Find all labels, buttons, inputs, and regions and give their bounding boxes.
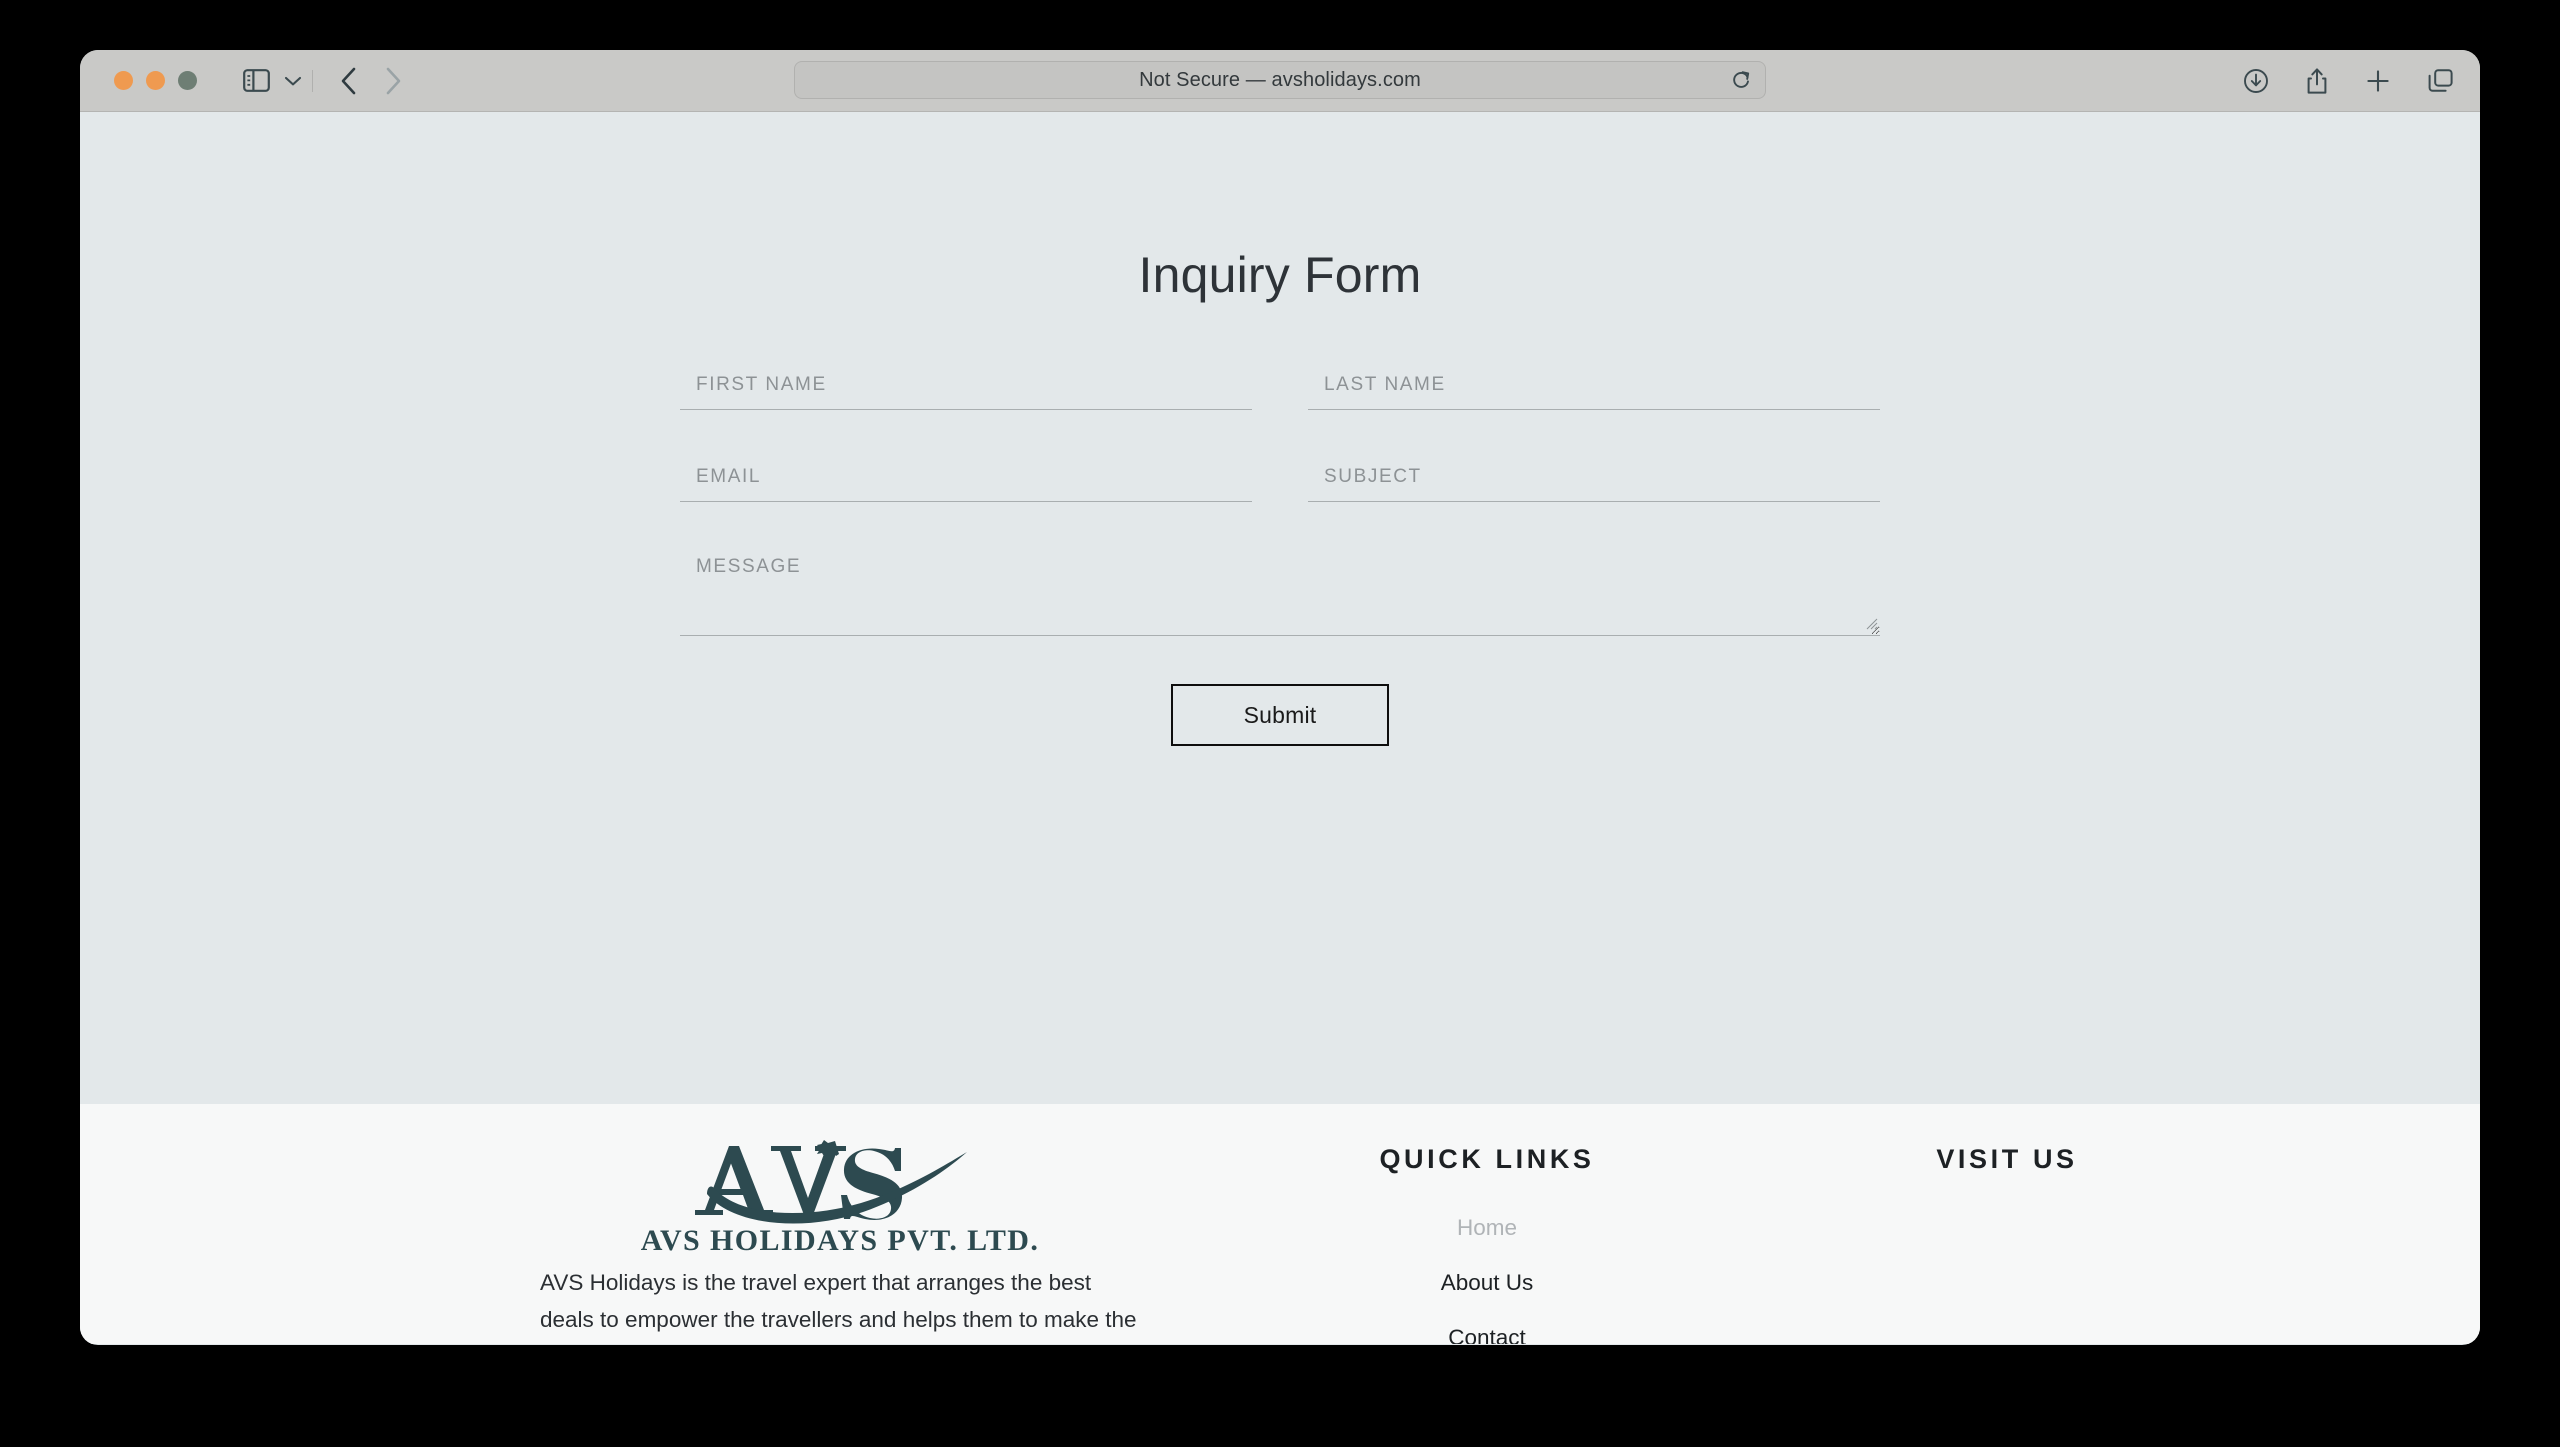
avs-logo: [480, 1132, 1200, 1232]
maximize-window-button[interactable]: [178, 71, 197, 90]
submit-button[interactable]: Submit: [1171, 684, 1389, 746]
quick-links-heading: QUICK LINKS: [1379, 1144, 1595, 1174]
footer-brand-column: AVS HOLIDAYS PVT. LTD. AVS Holidays is t…: [480, 1132, 1200, 1344]
email-input[interactable]: [680, 458, 1252, 502]
first-name-input[interactable]: [680, 366, 1252, 410]
footer-visit-us-column: VISIT US: [1792, 1132, 2222, 1175]
minimize-window-button[interactable]: [146, 71, 165, 90]
quick-link-contact[interactable]: Contact: [1448, 1325, 1526, 1344]
first-name-field-wrap: [680, 366, 1252, 410]
visit-us-heading: VISIT US: [1936, 1144, 2078, 1174]
forward-arrow-icon[interactable]: [384, 66, 403, 96]
toolbar-right-group: [2243, 50, 2454, 112]
page-title: Inquiry Form: [1138, 247, 1422, 303]
toolbar-divider: [312, 69, 313, 92]
avs-logo-name: AVS HOLIDAYS PVT. LTD.: [640, 1224, 1040, 1257]
last-name-input[interactable]: [1308, 366, 1880, 410]
plus-icon[interactable]: [2365, 68, 2391, 94]
browser-toolbar: Not Secure — avsholidays.com: [80, 50, 2480, 112]
avs-logo-icon: [695, 1140, 967, 1224]
list-item: About Us: [1272, 1270, 1702, 1296]
form-row-name: [680, 366, 1880, 410]
page-viewport: Inquiry Form FIRST NAME LAST NAME EMAIL …: [80, 112, 2480, 1344]
screen: Not Secure — avsholidays.com Inquiry For…: [0, 0, 2560, 1447]
quick-link-about-us[interactable]: About Us: [1441, 1270, 1534, 1295]
message-textarea[interactable]: [680, 550, 1880, 636]
email-field-wrap: [680, 458, 1252, 502]
subject-field-wrap: [1308, 458, 1880, 502]
sidebar-icon[interactable]: [243, 69, 270, 92]
browser-window: Not Secure — avsholidays.com Inquiry For…: [80, 50, 2480, 1345]
address-bar-text: Not Secure — avsholidays.com: [1139, 68, 1421, 91]
subject-input[interactable]: [1308, 458, 1880, 502]
inquiry-form: Submit: [680, 304, 1880, 746]
submit-button-wrap: Submit: [680, 684, 1880, 746]
share-icon[interactable]: [2305, 67, 2329, 95]
footer-about-text: AVS Holidays is the travel expert that a…: [540, 1270, 1137, 1333]
footer-quick-links-column: QUICK LINKS Home About Us Contact: [1272, 1132, 1702, 1344]
inquiry-form-section: Inquiry Form FIRST NAME LAST NAME EMAIL …: [80, 112, 2480, 1104]
quick-link-home[interactable]: Home: [1457, 1215, 1517, 1240]
tab-overview-icon[interactable]: [2427, 68, 2454, 94]
last-name-field-wrap: [1308, 366, 1880, 410]
message-field-wrap: [680, 550, 1880, 636]
close-window-button[interactable]: [114, 71, 133, 90]
reload-icon[interactable]: [1732, 69, 1751, 91]
footer-columns: AVS HOLIDAYS PVT. LTD. AVS Holidays is t…: [80, 1132, 2480, 1344]
quick-links-list: Home About Us Contact Honeymoon Packages: [1272, 1215, 1702, 1344]
window-controls: [114, 71, 197, 90]
address-bar[interactable]: Not Secure — avsholidays.com: [794, 61, 1766, 99]
list-item: Home: [1272, 1215, 1702, 1241]
form-row-email-subject: [680, 458, 1880, 502]
chevron-down-icon[interactable]: [284, 75, 302, 87]
back-arrow-icon[interactable]: [339, 66, 358, 96]
list-item: Contact: [1272, 1325, 1702, 1344]
site-footer: AVS HOLIDAYS PVT. LTD. AVS Holidays is t…: [80, 1104, 2480, 1344]
downloads-icon[interactable]: [2243, 68, 2269, 94]
form-row-message: [680, 550, 1880, 636]
